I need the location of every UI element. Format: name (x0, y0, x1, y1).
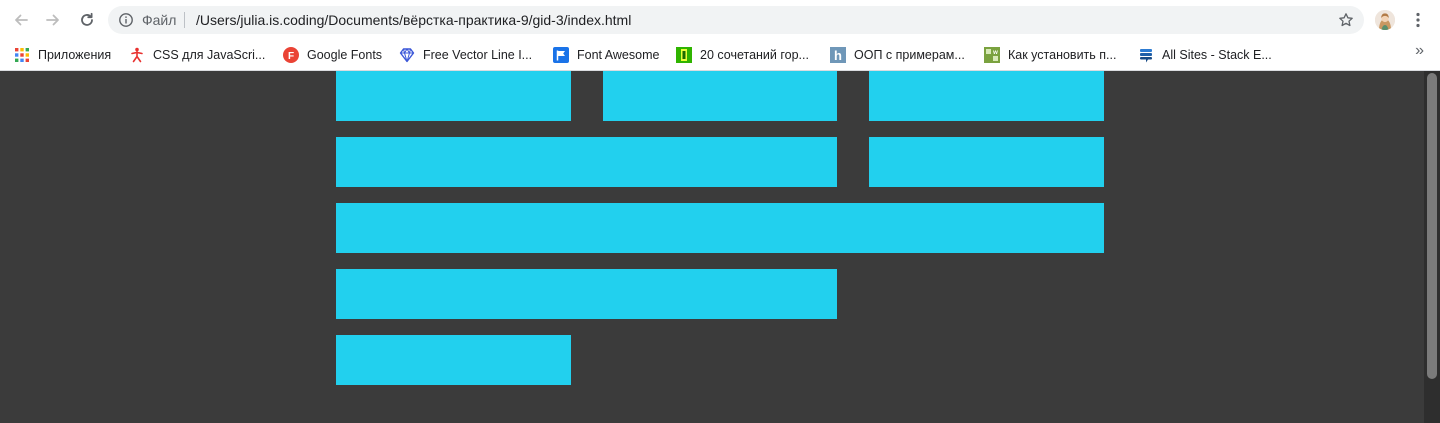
svg-text:h: h (834, 48, 842, 63)
grid-item (336, 269, 837, 319)
svg-text:F: F (288, 51, 294, 62)
stack-exchange-icon (1138, 47, 1154, 63)
bookmark-20-color-combos[interactable]: 20 сочетаний гор... (676, 43, 809, 67)
google-fonts-icon: F (283, 47, 299, 63)
h-icon: h (830, 47, 846, 63)
bookmark-apps[interactable]: Приложения (14, 43, 111, 67)
vertical-scrollbar[interactable] (1424, 71, 1440, 423)
page-viewport (0, 71, 1424, 423)
grid-item (869, 71, 1104, 121)
bookmark-label: ООП с примерам... (854, 48, 965, 62)
kebab-menu-icon[interactable] (1408, 10, 1428, 30)
grid-item (336, 71, 571, 121)
bookmark-label: All Sites - Stack E... (1162, 48, 1272, 62)
arrow-right-icon (46, 14, 59, 26)
svg-text:w: w (992, 50, 998, 56)
diamond-icon (399, 47, 415, 63)
forward-button[interactable] (42, 9, 64, 31)
bookmark-css-for-js[interactable]: CSS для JavaScri... (129, 43, 265, 67)
bookmark-how-to-install[interactable]: w Как установить п... (984, 43, 1116, 67)
browser-toolbar: Файл /Users/julia.is.coding/Documents/вё… (0, 0, 1440, 39)
bookmark-font-awesome[interactable]: Font Awesome (553, 43, 659, 67)
bookmark-label: CSS для JavaScri... (153, 48, 266, 62)
grid-item (336, 335, 571, 385)
arrow-left-icon (15, 14, 28, 26)
omnibox-divider (184, 12, 185, 28)
bookmark-label: 20 сочетаний гор... (700, 48, 809, 62)
info-icon[interactable] (118, 12, 134, 28)
grid-item (336, 203, 1104, 253)
bookmarks-overflow-button[interactable]: » (1415, 43, 1424, 59)
reload-icon (81, 12, 93, 26)
star-icon[interactable] (1338, 12, 1354, 28)
bookmarks-bar: Приложения CSS для JavaScri... F Google … (0, 39, 1440, 71)
bookmark-stack-exchange[interactable]: All Sites - Stack E... (1138, 43, 1272, 67)
back-button[interactable] (10, 9, 32, 31)
bookmark-label: Как установить п... (1008, 48, 1117, 62)
bookmark-label: Приложения (38, 48, 112, 62)
url-text[interactable]: /Users/julia.is.coding/Documents/вёрстка… (196, 12, 631, 28)
url-scheme-label: Файл (142, 12, 177, 28)
bookmark-free-vector-line[interactable]: Free Vector Line I... (399, 43, 532, 67)
grid-item (603, 71, 837, 121)
address-bar[interactable]: Файл /Users/julia.is.coding/Documents/вё… (108, 6, 1364, 34)
reload-button[interactable] (76, 9, 98, 31)
avatar[interactable] (1375, 10, 1395, 30)
green-figure-icon (676, 47, 692, 63)
bookmark-google-fonts[interactable]: F Google Fonts (283, 43, 382, 67)
figure-icon (129, 47, 145, 63)
grid-item (869, 137, 1104, 187)
bookmark-oop-examples[interactable]: h ООП с примерам... (830, 43, 965, 67)
apps-grid-icon (14, 47, 30, 63)
wiki-icon: w (984, 47, 1000, 63)
profile-icon (1375, 10, 1395, 30)
bookmark-label: Google Fonts (307, 48, 383, 62)
grid-item (336, 137, 837, 187)
bookmark-label: Free Vector Line I... (423, 48, 533, 62)
flag-icon (553, 47, 569, 63)
scrollbar-thumb[interactable] (1427, 73, 1437, 379)
bookmark-label: Font Awesome (577, 48, 660, 62)
